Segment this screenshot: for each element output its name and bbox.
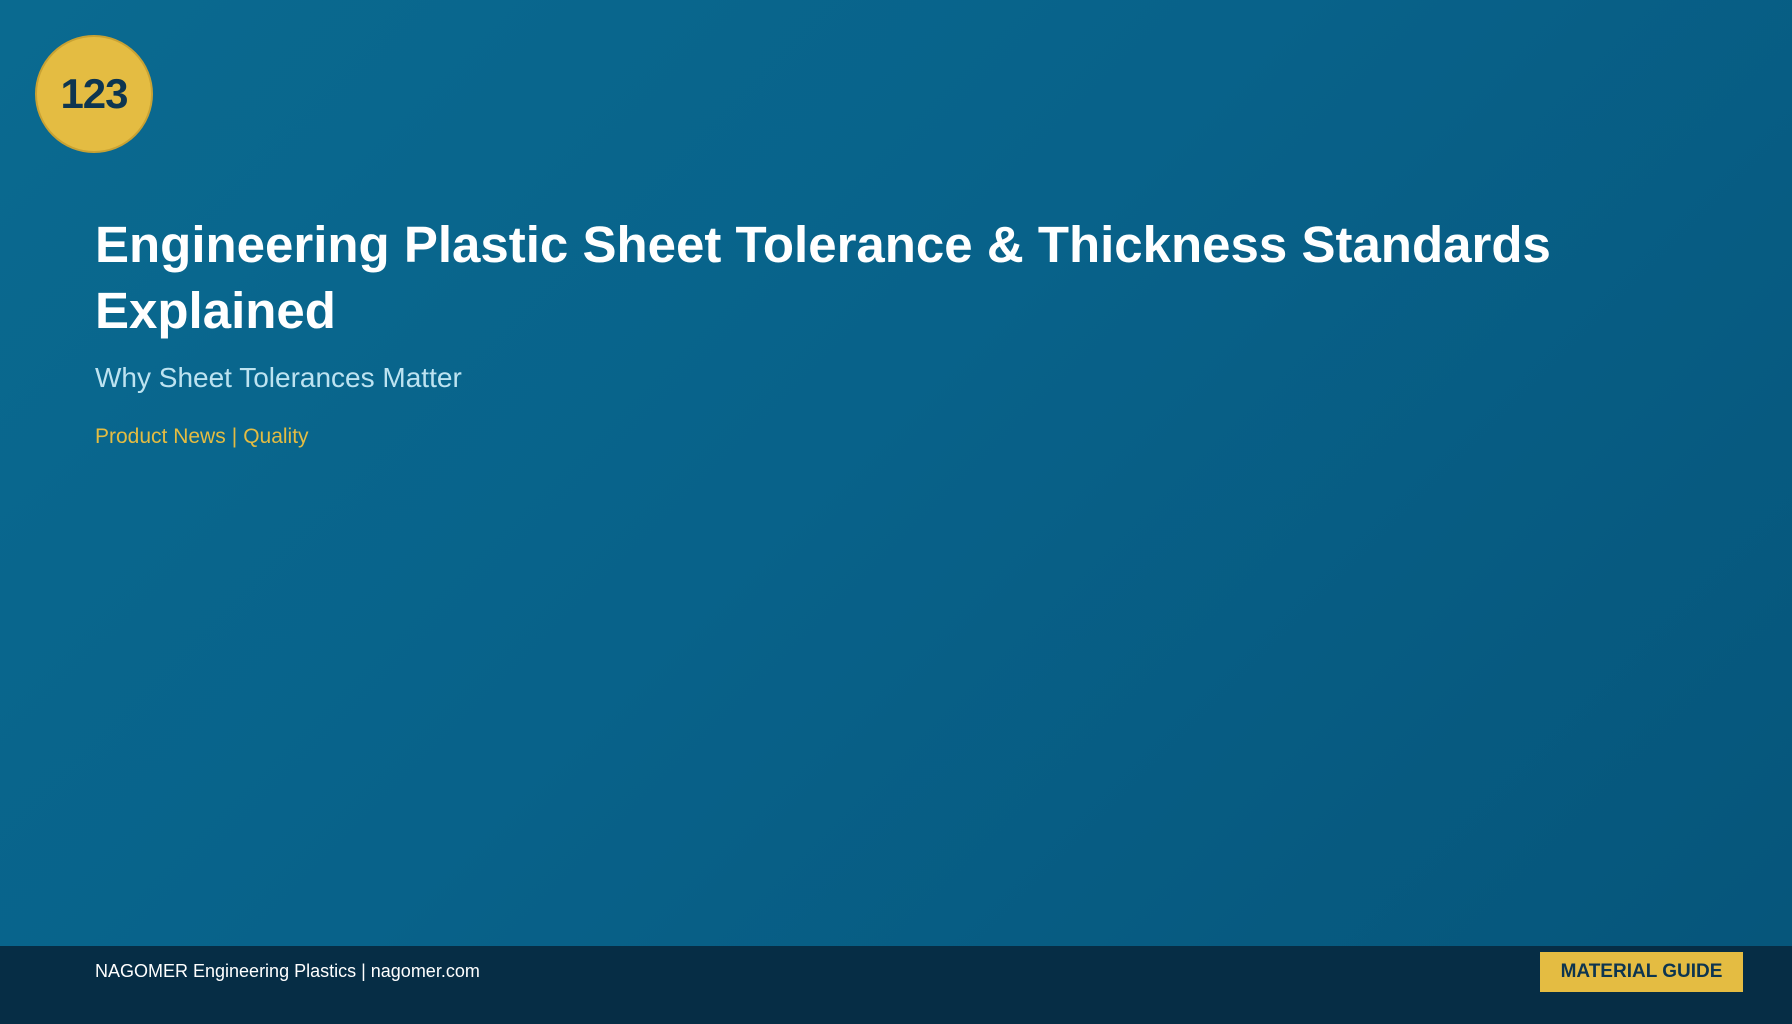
number-badge: 123: [35, 35, 153, 153]
category-quality: Quality: [243, 425, 309, 448]
page-title: Engineering Plastic Sheet Tolerance & Th…: [95, 216, 1551, 339]
badge-number: 123: [60, 70, 128, 117]
footer-brand: NAGOMER Engineering Plastics | nagomer.c…: [95, 961, 480, 981]
page-subtitle: Why Sheet Tolerances Matter: [95, 362, 462, 393]
category-product-news: Product News: [95, 425, 226, 448]
footer-bar: NAGOMER Engineering Plastics | nagomer.c…: [0, 946, 1792, 1024]
category-line: Product News | Quality: [95, 423, 309, 451]
material-guide-label: MATERIAL GUIDE: [1560, 961, 1723, 982]
slide: 123 Engineering Plastic Sheet Tolerance …: [0, 0, 1792, 1024]
material-guide-tag: MATERIAL GUIDE: [1540, 952, 1743, 992]
category-separator: |: [231, 425, 238, 448]
